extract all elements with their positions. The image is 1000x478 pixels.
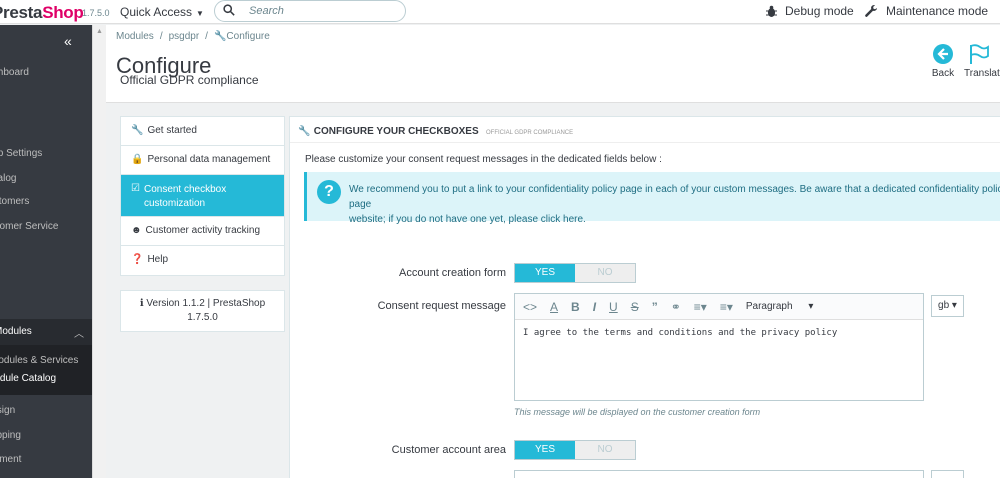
maintenance-mode-link[interactable]: Maintenance mode: [864, 4, 988, 18]
sidebar-item-module-catalog[interactable]: Module Catalog: [0, 373, 56, 384]
debug-mode-label: Debug mode: [785, 4, 854, 18]
menu-item-consent-checkbox[interactable]: ☑ Consent checkbox customization: [121, 175, 284, 217]
sidebar-submenu: [0, 345, 92, 395]
wrench-icon: [865, 5, 877, 17]
bold-icon[interactable]: B: [571, 300, 580, 314]
customer-account-toggle[interactable]: YES NO: [514, 440, 636, 460]
back-button[interactable]: Back: [928, 43, 958, 79]
chevron-up-icon: ︿: [74, 329, 84, 340]
sidebar-item-dashboard[interactable]: Dashboard: [0, 67, 29, 78]
sidebar-item-design[interactable]: Design: [0, 405, 15, 416]
quick-access-dropdown[interactable]: Quick Access ▼: [120, 5, 204, 19]
strikethrough-icon[interactable]: S: [631, 300, 639, 314]
maintenance-mode-label: Maintenance mode: [886, 4, 989, 18]
menu-item-get-started[interactable]: 🔧 Get started: [121, 117, 284, 146]
user-icon: ☻: [131, 225, 142, 236]
consent-message-label: Consent request message: [377, 300, 506, 312]
editor-content[interactable]: I agree to the terms and conditions and …: [515, 320, 923, 346]
version-line-2: 1.7.5.0: [187, 312, 218, 323]
sidebar-scrollbar[interactable]: ▲: [92, 25, 106, 478]
caret-down-icon: ▼: [196, 9, 204, 18]
bug-icon: [766, 5, 777, 17]
collapse-sidebar-icon[interactable]: «: [64, 33, 72, 49]
consent-message-editor[interactable]: <> A B I U S ” ⚭ ≡▾ ≡▾ Paragraph ▾ I agr…: [514, 293, 924, 401]
panel-title-small: Official GDPR compliance: [485, 130, 574, 136]
translate-label: Translate: [964, 68, 1000, 79]
top-header: PrestaShop 1.7.5.0 Quick Access▼ Search …: [0, 0, 1000, 24]
sidebar-item-payment[interactable]: Payment: [0, 454, 21, 465]
page-subtitle: Official GDPR compliance: [120, 73, 259, 87]
toggle-no[interactable]: NO: [575, 441, 635, 459]
menu-item-help[interactable]: ❓ Help: [121, 246, 284, 275]
editor-toolbar: <> A B I U S ” ⚭ ≡▾ ≡▾ Paragraph ▾: [515, 294, 923, 320]
translate-button[interactable]: Translate: [964, 43, 1000, 79]
flag-icon: [970, 44, 989, 64]
search-icon: [223, 4, 235, 16]
sidebar-item-customer-service[interactable]: Customer Service: [0, 221, 58, 232]
back-label: Back: [931, 68, 955, 79]
sidebar-item-shop-settings[interactable]: Shop Settings: [0, 148, 42, 159]
code-icon[interactable]: <>: [523, 300, 537, 314]
panel-heading: 🔧 Configure your checkboxes Official GDP…: [290, 117, 1000, 143]
back-arrow-icon: [933, 44, 953, 64]
intro-text: Please customize your consent request me…: [305, 154, 662, 165]
wrench-icon: 🔧: [298, 126, 311, 137]
quote-icon[interactable]: ”: [652, 300, 658, 314]
scroll-up-icon[interactable]: ▲: [96, 28, 103, 35]
sidebar-item-shipping[interactable]: Shipping: [0, 430, 21, 441]
underline-icon[interactable]: U: [609, 300, 618, 314]
debug-mode-link[interactable]: Debug mode: [766, 4, 854, 18]
question-circle-icon: ?: [317, 180, 341, 204]
toggle-no[interactable]: NO: [575, 264, 635, 282]
account-creation-label: Account creation form: [399, 267, 506, 279]
policy-link[interactable]: here: [563, 214, 583, 225]
breadcrumb-modules[interactable]: Modules: [116, 31, 154, 42]
toggle-yes[interactable]: YES: [515, 441, 575, 459]
version-label: 1.7.5.0: [82, 8, 110, 18]
sidebar-item-modules-services[interactable]: Modules & Services: [0, 355, 78, 366]
customer-account-editor[interactable]: [514, 470, 924, 478]
wrench-icon: 🔧: [131, 125, 144, 136]
language-dropdown[interactable]: [931, 470, 964, 478]
lock-icon: 🔒: [131, 154, 144, 165]
breadcrumb-configure: Configure: [226, 31, 270, 42]
sidebar-item-catalog[interactable]: Catalog: [0, 173, 16, 184]
search-input[interactable]: Search: [249, 5, 284, 17]
panel-title: Configure your checkboxes: [313, 126, 479, 137]
language-dropdown[interactable]: gb ▾: [931, 295, 964, 317]
info-alert: ? We recommend you to put a link to your…: [304, 172, 1000, 225]
sidebar-modules-label: Modules: [0, 326, 32, 337]
sidebar-item-customers[interactable]: Customers: [0, 196, 29, 207]
bullet-list-icon[interactable]: ≡▾: [694, 300, 707, 314]
sidebar: « Dashboard Shop Settings Catalog Custom…: [0, 25, 92, 478]
wrench-icon: 🔧: [213, 31, 227, 42]
version-line-1: Version 1.1.2 | PrestaShop: [146, 298, 266, 309]
breadcrumb: Modules / psgdpr / 🔧Configure: [116, 31, 270, 42]
page-toolbar: Modules / psgdpr / 🔧Configure Configure Offi…: [106, 25, 1000, 103]
checkbox-icon: ☑: [131, 183, 140, 194]
sidebar-item-modules[interactable]: Modules ︿: [0, 319, 92, 345]
search-field[interactable]: Search: [214, 0, 406, 22]
configure-panel: 🔧 Configure your checkboxes Official GDP…: [289, 116, 1000, 478]
menu-item-activity-tracking[interactable]: ☻ Customer activity tracking: [121, 217, 284, 246]
breadcrumb-psgdpr[interactable]: psgdpr: [169, 31, 200, 42]
alert-text: We recommend you to put a link to your c…: [349, 184, 1000, 225]
menu-item-personal-data[interactable]: 🔒 Personal data management: [121, 146, 284, 175]
paragraph-dropdown[interactable]: Paragraph ▾: [746, 301, 814, 312]
customer-account-label: Customer account area: [391, 444, 506, 456]
module-version-box: ℹ Version 1.1.2 | PrestaShop 1.7.5.0: [120, 290, 285, 332]
question-icon: ❓: [131, 254, 144, 265]
help-text: This message will be displayed on the cu…: [514, 407, 761, 417]
italic-icon[interactable]: I: [593, 300, 596, 314]
font-color-icon[interactable]: A: [550, 300, 558, 314]
account-creation-toggle[interactable]: YES NO: [514, 263, 636, 283]
toggle-yes[interactable]: YES: [515, 264, 575, 282]
numbered-list-icon[interactable]: ≡▾: [720, 300, 733, 314]
prestashop-logo[interactable]: PrestaShop: [0, 3, 84, 23]
link-icon[interactable]: ⚭: [671, 300, 681, 314]
module-menu: 🔧 Get started 🔒 Personal data management ☑…: [120, 116, 285, 276]
